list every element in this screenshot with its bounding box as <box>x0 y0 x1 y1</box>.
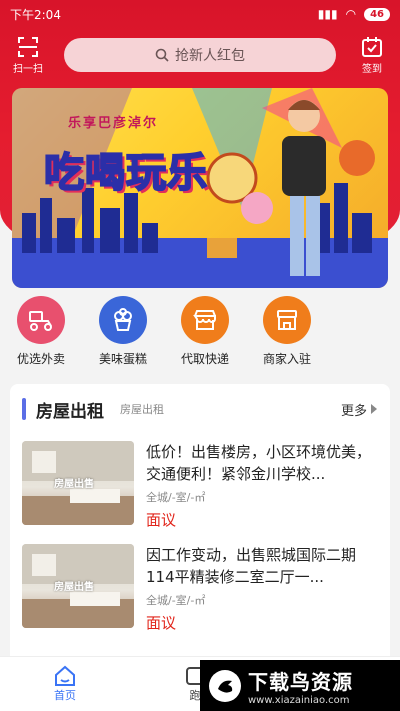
section-subtitle: 房屋出租 <box>120 403 164 416</box>
bird-logo-icon <box>209 669 241 702</box>
listing-meta: 全城/-室/-㎡ <box>146 594 206 607</box>
watermark-title: 下载鸟资源 <box>248 669 353 694</box>
wifi-icon: ◠ <box>345 7 357 21</box>
quicknav-item-cake[interactable]: 美味蛋糕 <box>82 296 164 372</box>
search-icon <box>155 48 169 62</box>
search-bar[interactable]: 抢新人红包 <box>64 38 336 72</box>
scan-icon <box>18 36 38 57</box>
quicknav-label: 美味蛋糕 <box>98 352 147 366</box>
quick-nav: 优选外卖 美味蛋糕 代取快递 商家入驻 <box>0 296 400 372</box>
banner-slogan: 乐享巴彦淖尔 <box>68 116 159 131</box>
listing-price: 面议 <box>146 614 177 632</box>
promo-banner[interactable]: 乐享巴彦淖尔 吃喝玩乐 <box>12 88 388 288</box>
watermark-url: www.xiazainiao.com <box>248 694 350 706</box>
quicknav-item-courier[interactable]: 代取快递 <box>164 296 246 372</box>
home-icon <box>55 665 75 686</box>
status-time: 下午2:04 <box>10 7 61 22</box>
scan-label: 扫一扫 <box>13 63 43 75</box>
status-bar: 下午2:04 ▮▮▮ ◠ 46 <box>0 0 400 28</box>
listing-thumbnail: 房屋出售 <box>22 544 134 628</box>
listing-title: 低价！出售楼房，小区环境优美，交通便利！紧邻金川学校... <box>146 443 372 483</box>
more-link[interactable]: 更多 <box>341 400 378 419</box>
quicknav-label: 代取快递 <box>180 352 229 366</box>
signin-label: 签到 <box>362 63 382 75</box>
listing-meta: 全城/-室/-㎡ <box>146 491 206 504</box>
calendar-check-icon <box>362 36 382 57</box>
quicknav-label: 优选外卖 <box>16 352 65 366</box>
scan-button[interactable]: 扫一扫 <box>0 36 56 75</box>
tab-home-label: 首页 <box>54 689 76 702</box>
signin-button[interactable]: 签到 <box>344 36 400 75</box>
section-header: 房屋出租 房屋出租 更多 <box>10 384 390 434</box>
listing-item[interactable]: 房屋出售 低价！出售楼房，小区环境优美，交通便利！紧邻金川学校... 全城/-室… <box>10 434 390 537</box>
shop-icon <box>263 296 311 344</box>
quicknav-item-merchant[interactable]: 商家入驻 <box>246 296 328 372</box>
delivery-scooter-icon <box>17 296 65 344</box>
listing-title: 因工作变动，出售熙城国际二期114平精装修二室二厅一... <box>146 546 357 586</box>
quicknav-label: 商家入驻 <box>262 352 311 366</box>
rental-section: 房屋出租 房屋出租 更多 房屋出售 低价！出售楼房，小区环境优美，交通便利！紧邻… <box>10 384 390 674</box>
section-accent-bar <box>22 398 26 420</box>
banner-headline: 吃喝玩乐 <box>43 149 208 197</box>
tab-errand-label: 跑 <box>189 689 201 702</box>
section-title: 房屋出租 <box>36 401 104 422</box>
cake-icon <box>99 296 147 344</box>
thumbnail-caption: 房屋出售 <box>54 479 94 490</box>
tab-home[interactable]: 首页 <box>0 657 130 711</box>
top-bar: 扫一扫 抢新人红包 签到 <box>0 34 400 76</box>
quicknav-item-takeout[interactable]: 优选外卖 <box>0 296 82 372</box>
listing-thumbnail: 房屋出售 <box>22 441 134 525</box>
listing-price: 面议 <box>146 511 177 529</box>
signal-icon: ▮▮▮ <box>317 7 338 21</box>
chevron-right-icon <box>371 404 377 414</box>
search-placeholder: 抢新人红包 <box>175 48 245 64</box>
storefront-icon <box>181 296 229 344</box>
more-label: 更多 <box>340 403 367 419</box>
battery-indicator: 46 <box>364 7 390 21</box>
watermark: 下载鸟资源 www.xiazainiao.com <box>200 660 400 711</box>
thumbnail-caption: 房屋出售 <box>54 582 94 593</box>
listing-item[interactable]: 房屋出售 因工作变动，出售熙城国际二期114平精装修二室二厅一... 全城/-室… <box>10 537 390 640</box>
